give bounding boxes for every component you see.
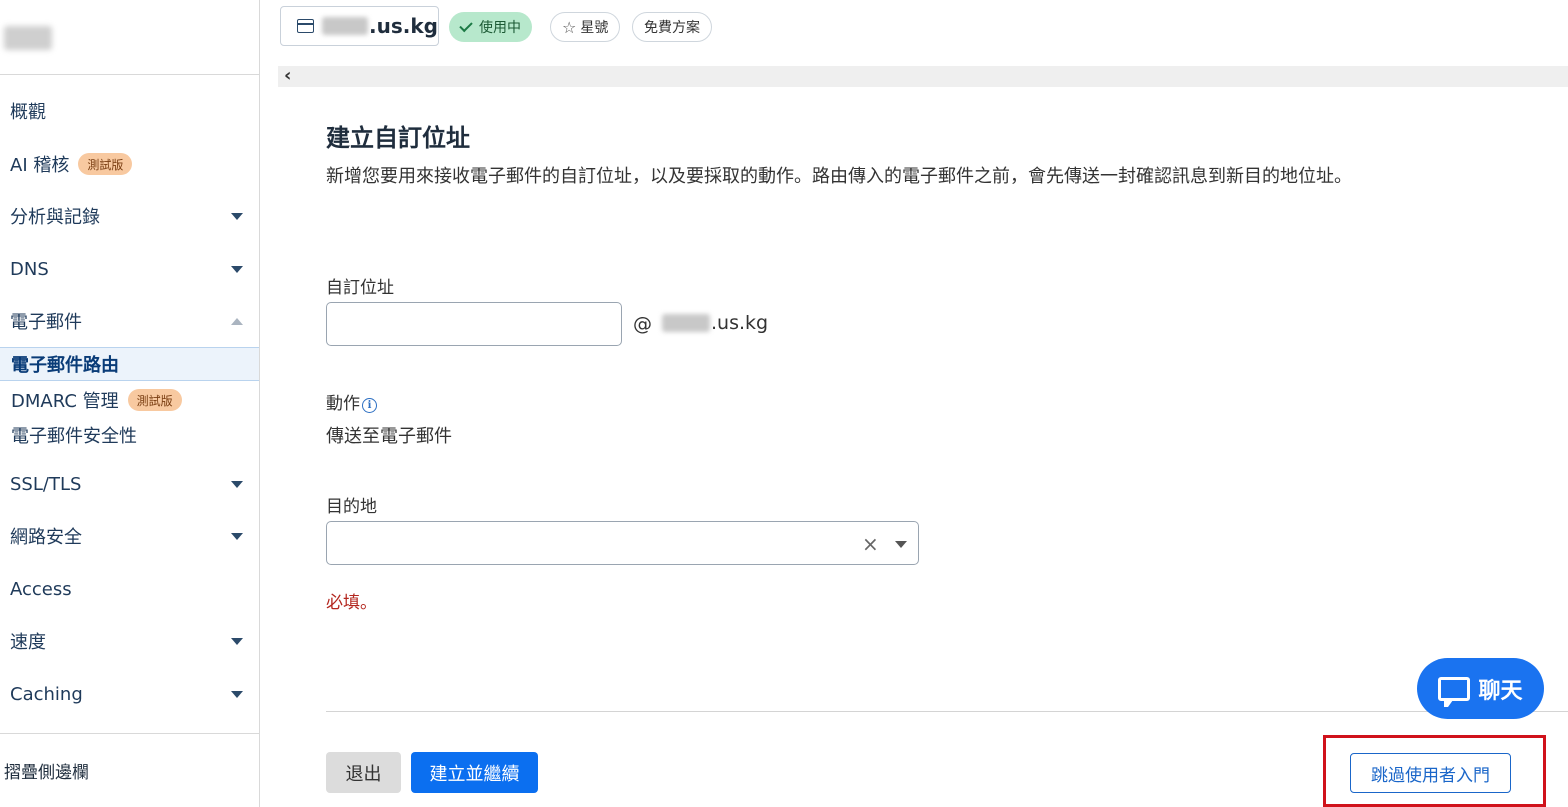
plan-label: 免費方案 bbox=[644, 20, 700, 36]
sidebar-item-ssl-tls[interactable]: SSL/TLS bbox=[0, 464, 259, 504]
sidebar-item-label: DNS bbox=[10, 258, 49, 280]
sidebar-item-label: AI 稽核 bbox=[10, 155, 70, 176]
status-badge: 使用中 bbox=[449, 12, 532, 42]
sidebar-item-ai-audit[interactable]: AI 稽核 測試版 bbox=[0, 144, 259, 184]
action-label: 動作 bbox=[326, 394, 360, 414]
sidebar-item-label: 概觀 bbox=[10, 102, 46, 123]
plan-badge[interactable]: 免費方案 bbox=[632, 12, 712, 42]
star-button[interactable]: ☆ 星號 bbox=[550, 12, 621, 42]
action-label-row: 動作 i bbox=[326, 389, 377, 414]
sidebar-subitem-label: 電子郵件路由 bbox=[11, 355, 119, 376]
chevron-down-icon bbox=[231, 266, 243, 273]
chat-bubble-icon bbox=[1438, 676, 1471, 707]
domain-selector[interactable]: .us.kg bbox=[280, 6, 439, 46]
sidebar-item-label: SSL/TLS bbox=[10, 473, 82, 495]
check-icon bbox=[459, 18, 473, 32]
account-logo[interactable] bbox=[4, 26, 52, 50]
sidebar-subitem-label: 電子郵件安全性 bbox=[11, 426, 137, 447]
collapse-sidebar-button[interactable]: 摺疊側邊欄 bbox=[4, 758, 89, 783]
info-icon[interactable]: i bbox=[362, 398, 377, 413]
domain-suffix: .us.kg bbox=[711, 312, 769, 334]
sidebar-item-security[interactable]: 網路安全 bbox=[0, 516, 259, 556]
custom-address-label: 自訂位址 bbox=[326, 278, 394, 298]
beta-badge: 測試版 bbox=[78, 153, 133, 175]
chevron-down-icon[interactable] bbox=[895, 541, 907, 548]
sidebar-divider bbox=[0, 733, 259, 734]
chevron-down-icon bbox=[231, 533, 243, 540]
chevron-left-icon[interactable]: ‹ bbox=[284, 65, 291, 86]
sidebar: 概觀 AI 稽核 測試版 分析與記錄 DNS 電子郵件 電子郵件路由 DMARC… bbox=[0, 0, 260, 807]
sidebar-item-dns[interactable]: DNS bbox=[0, 249, 259, 289]
exit-button[interactable]: 退出 bbox=[326, 752, 401, 793]
status-label: 使用中 bbox=[479, 20, 521, 36]
sidebar-item-speed[interactable]: 速度 bbox=[0, 621, 259, 661]
page-description: 新增您要用來接收電子郵件的自訂位址，以及要採取的動作。路由傳入的電子郵件之前，會… bbox=[326, 166, 1352, 187]
browser-window-icon bbox=[297, 19, 314, 33]
star-label: 星號 bbox=[580, 20, 609, 36]
page-title: 建立自訂位址 bbox=[326, 124, 470, 152]
skip-onboarding-button[interactable]: 跳過使用者入門 bbox=[1350, 753, 1511, 793]
content-divider bbox=[326, 711, 1568, 712]
sidebar-item-label: 速度 bbox=[10, 632, 46, 653]
redacted-domain bbox=[321, 17, 369, 35]
beta-badge: 測試版 bbox=[127, 389, 182, 411]
sidebar-item-analytics[interactable]: 分析與記錄 bbox=[0, 196, 259, 236]
action-value: 傳送至電子郵件 bbox=[326, 426, 452, 447]
sidebar-divider bbox=[0, 74, 259, 75]
close-icon[interactable]: × bbox=[862, 532, 879, 556]
sidebar-item-label: 電子郵件 bbox=[10, 312, 82, 333]
destination-label: 目的地 bbox=[326, 497, 377, 517]
chat-button[interactable]: 聊天 bbox=[1417, 658, 1544, 719]
required-error: 必填。 bbox=[326, 593, 377, 613]
sidebar-item-label: 網路安全 bbox=[10, 527, 82, 548]
sidebar-item-caching[interactable]: Caching bbox=[0, 674, 259, 714]
sidebar-item-access[interactable]: Access bbox=[0, 569, 259, 609]
sidebar-item-overview[interactable]: 概觀 bbox=[0, 91, 259, 131]
create-and-continue-button[interactable]: 建立並繼續 bbox=[411, 752, 538, 793]
destination-select[interactable]: × bbox=[326, 521, 919, 565]
sidebar-item-label: Access bbox=[10, 578, 72, 600]
chevron-down-icon bbox=[231, 213, 243, 220]
chevron-down-icon bbox=[231, 638, 243, 645]
sidebar-subitem-email-routing[interactable]: 電子郵件路由 bbox=[0, 347, 259, 381]
custom-address-input[interactable] bbox=[326, 302, 622, 346]
toolbar-strip bbox=[278, 66, 1568, 87]
address-domain: .us.kg bbox=[662, 312, 768, 334]
chat-label: 聊天 bbox=[1478, 678, 1523, 704]
chevron-up-icon bbox=[231, 318, 243, 325]
at-sign: @ bbox=[633, 313, 652, 335]
chevron-down-icon bbox=[231, 691, 243, 698]
sidebar-item-email[interactable]: 電子郵件 bbox=[0, 301, 259, 341]
sidebar-item-label: 分析與記錄 bbox=[10, 207, 100, 228]
chevron-down-icon bbox=[231, 481, 243, 488]
sidebar-subitem-dmarc[interactable]: DMARC 管理 測試版 bbox=[0, 383, 259, 417]
star-icon: ☆ bbox=[562, 17, 577, 37]
redacted-domain bbox=[662, 314, 710, 332]
domain-suffix: .us.kg bbox=[369, 14, 438, 38]
sidebar-subitem-email-security[interactable]: 電子郵件安全性 bbox=[0, 418, 259, 452]
sidebar-subitem-label: DMARC 管理 bbox=[11, 391, 119, 412]
sidebar-item-label: Caching bbox=[10, 683, 83, 705]
